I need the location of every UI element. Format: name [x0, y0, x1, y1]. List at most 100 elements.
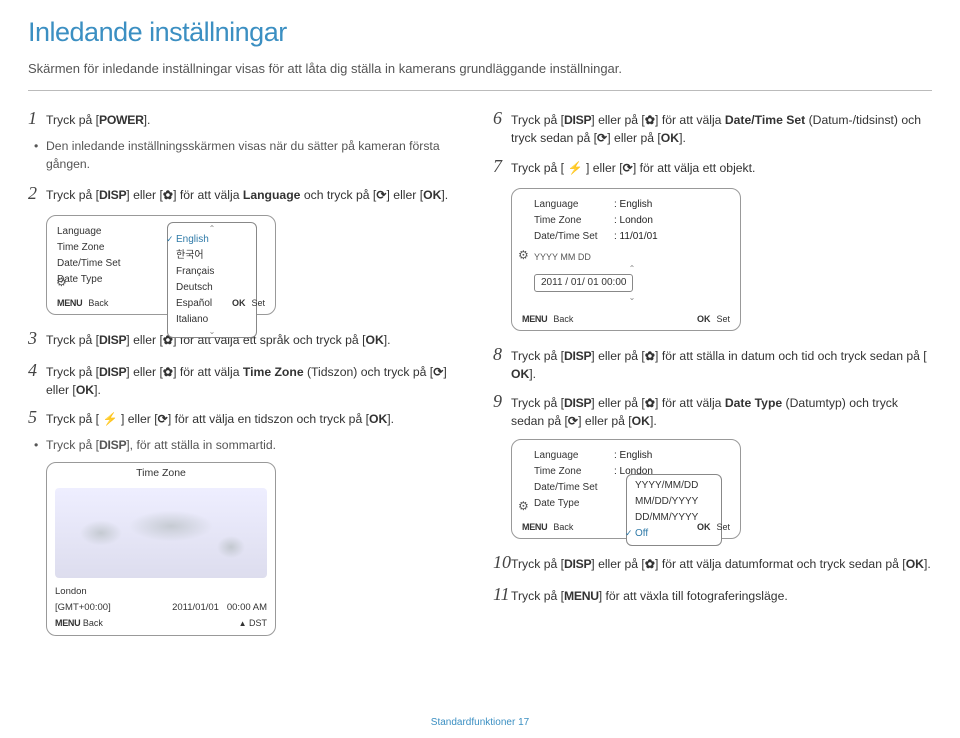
- chevron-down-icon: ⌄: [168, 328, 256, 335]
- popup-item[interactable]: Français: [168, 264, 256, 280]
- page-title: Inledande inställningar: [28, 12, 932, 53]
- date-label: 2011/01/01: [172, 602, 219, 613]
- t: ] eller [: [118, 412, 158, 426]
- t: ] eller på [: [591, 349, 645, 363]
- t: Tryck på [: [46, 188, 99, 202]
- t: ] eller [: [126, 333, 163, 347]
- lbl: Language: [534, 198, 614, 212]
- panel-info: London: [47, 582, 275, 598]
- step-1: 1 Tryck på [].: [28, 105, 467, 132]
- step-num: 9: [493, 388, 511, 415]
- step-text: Tryck på [] för att växla till fotografe…: [511, 587, 932, 605]
- lbl: Date Type: [57, 273, 137, 287]
- chevron-up-icon: ⌃: [534, 263, 730, 274]
- t: Tryck på [: [46, 365, 99, 379]
- lbl: Language: [534, 449, 614, 463]
- step-num: 4: [28, 357, 46, 384]
- t: ] eller [: [126, 188, 163, 202]
- chevron-down-icon: ⌄: [534, 292, 730, 303]
- t: Tryck på [: [511, 557, 564, 571]
- popup-item[interactable]: English: [168, 232, 256, 248]
- camera-panel-datetype: ⚙ Language: English Time Zone: London Da…: [511, 439, 741, 539]
- step-11: 11 Tryck på [] för att växla till fotogr…: [493, 581, 932, 608]
- panel-info2: [GMT+00:00] 2011/01/01 00:00 AM: [47, 598, 275, 614]
- ok-icon: [76, 381, 94, 399]
- t: ] för att välja: [655, 396, 725, 410]
- back-label: Back: [88, 297, 108, 310]
- t: ].: [144, 113, 151, 127]
- popup-item[interactable]: MM/DD/YYYY: [627, 494, 721, 510]
- val: : 11/01/01: [614, 230, 658, 244]
- t: Tryck på [: [511, 589, 564, 603]
- page-number: Standardfunktioner 17: [0, 715, 960, 730]
- flower-icon: ✿: [163, 363, 173, 381]
- lbl: Time Zone: [534, 214, 614, 228]
- row: Time Zone: London: [534, 213, 730, 229]
- flower-icon: ✿: [645, 347, 655, 365]
- popup-item[interactable]: 한국어: [168, 248, 256, 264]
- t: ] för att välja: [173, 188, 243, 202]
- disp-icon: [99, 436, 126, 454]
- t: Tryck på [: [46, 438, 99, 452]
- city-label: London: [55, 585, 87, 598]
- timer-icon: ⟳: [568, 412, 578, 430]
- t: Tryck på [: [511, 161, 567, 175]
- menu-icon: [55, 617, 80, 630]
- content-columns: 1 Tryck på []. Den inledande inställning…: [28, 105, 932, 646]
- popup-item[interactable]: YYYY/MM/DD: [627, 478, 721, 494]
- timer-icon: ⟳: [597, 129, 607, 147]
- t: Tryck på [: [511, 349, 564, 363]
- disp-icon: [564, 347, 591, 365]
- date-input[interactable]: 2011 / 01/ 01 00:00: [534, 274, 633, 292]
- timer-icon: ⟳: [623, 159, 633, 177]
- t: ] för att välja datumformat och tryck se…: [655, 557, 906, 571]
- step-text: Tryck på [ ⚡ ] eller [⟳] för att välja e…: [46, 410, 467, 428]
- lbl: Date/Time Set: [57, 257, 137, 271]
- power-icon: [99, 111, 144, 129]
- divider: [28, 90, 932, 91]
- panel-body: ⚙ Language: English Time Zone: London Da…: [512, 189, 740, 330]
- ok-icon: [697, 313, 711, 326]
- t: Tryck på [: [46, 113, 99, 127]
- row: Date/Time Set: 11/01/01: [534, 229, 730, 245]
- row: Language: English: [534, 197, 730, 213]
- t: Tryck på [: [46, 412, 102, 426]
- flower-icon: ✿: [645, 555, 655, 573]
- panel-footer: Back DST: [47, 615, 275, 636]
- step-1-bullet: Den inledande inställningsskärmen visas …: [28, 137, 467, 174]
- lbl: Date/Time Set: [534, 230, 614, 244]
- t: ] eller på [: [591, 557, 645, 571]
- page-footer: Standardfunktioner 17: [0, 715, 960, 730]
- set-label: Set: [251, 297, 265, 310]
- flower-icon: ✿: [645, 111, 655, 129]
- t: ].: [924, 557, 931, 571]
- ok-icon: [511, 365, 529, 383]
- t: ] för att välja: [173, 365, 243, 379]
- step-num: 10: [493, 549, 511, 576]
- popup-item[interactable]: Italiano: [168, 312, 256, 328]
- bold: Date/Time Set: [725, 113, 805, 127]
- ok-icon: [369, 410, 387, 428]
- t: ] för att välja ett objekt.: [633, 161, 756, 175]
- t: ] eller [: [387, 188, 424, 202]
- row: Language: English: [534, 448, 730, 464]
- step-2: 2 Tryck på [] eller [✿] för att välja La…: [28, 180, 467, 207]
- step-10: 10 Tryck på [ ] eller på [✿] för att välj…: [493, 549, 932, 576]
- ok-icon: [697, 521, 711, 534]
- t: ] eller på [: [578, 414, 632, 428]
- step-text: Tryck på [] eller på [✿] för att välja D…: [511, 394, 932, 431]
- flower-icon: ✿: [163, 186, 173, 204]
- camera-panel-timezone: Time Zone London [GMT+00:00] 2011/01/01 …: [46, 462, 276, 636]
- step-num: 6: [493, 105, 511, 132]
- t: ] eller [: [126, 365, 163, 379]
- panel-footer: Back Set: [512, 518, 740, 538]
- t: Tryck på [: [511, 113, 564, 127]
- t: Tryck på [: [511, 396, 564, 410]
- step-num: 8: [493, 341, 511, 368]
- disp-icon: [99, 331, 126, 349]
- val: : London: [614, 214, 653, 228]
- val: : English: [614, 198, 652, 212]
- step-num: 2: [28, 180, 46, 207]
- lbl: Language: [57, 225, 137, 239]
- menu-icon: [57, 297, 82, 310]
